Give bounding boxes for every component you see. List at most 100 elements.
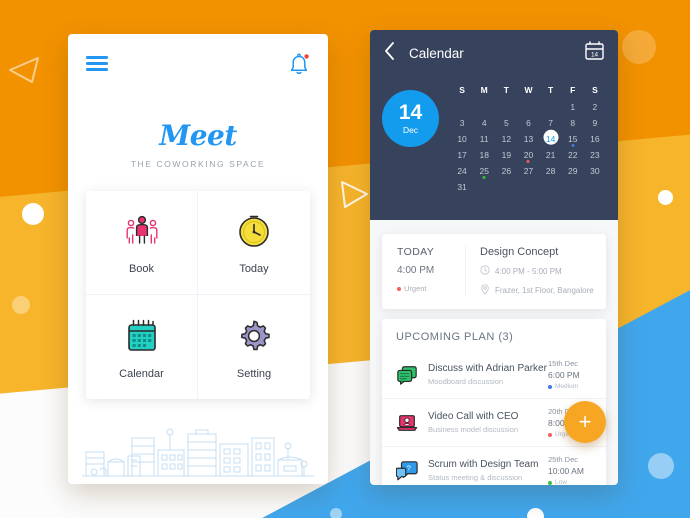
calendar-day-number: 8 — [570, 118, 576, 128]
calendar-dow: S — [592, 85, 598, 95]
add-event-fab[interactable]: + — [564, 401, 606, 443]
home-screen-phone: Meet THE COWORKING SPACE Book Today Cale… — [68, 34, 328, 484]
calendar-day-11[interactable]: 11 — [473, 130, 495, 146]
calendar-day-7[interactable]: 7 — [540, 114, 562, 130]
calendar-day-19[interactable]: 19 — [495, 146, 517, 162]
calendar-dow: W — [524, 85, 533, 95]
calendar-day-empty — [540, 98, 562, 114]
calendar-day-31[interactable]: 31 — [451, 178, 473, 194]
chat-messages-icon — [394, 364, 420, 386]
priority-label: Medium — [555, 383, 579, 390]
calendar-day-number: 3 — [459, 118, 465, 128]
menu-item-label: Today — [239, 263, 269, 275]
calendar-day-30[interactable]: 30 — [584, 162, 606, 178]
calendar-day-number: 25 — [479, 166, 489, 176]
calendar-dow: F — [570, 85, 576, 95]
calendar-day-15[interactable]: 15 — [562, 130, 584, 147]
plan-text: Video Call with CEO Business model discus… — [420, 411, 548, 434]
calendar-day-16[interactable]: 16 — [584, 130, 606, 146]
calendar-day-21[interactable]: 21 — [540, 146, 562, 162]
calendar-day-13[interactable]: 13 — [517, 130, 539, 146]
calendar-day-number: 29 — [568, 166, 578, 176]
city-skyline-illustration — [82, 428, 314, 477]
priority-dot — [548, 480, 552, 485]
today-priority: Urgent — [397, 284, 465, 293]
calendar-day-22[interactable]: 22 — [562, 146, 584, 162]
plan-meta: 25th Dec 10:00 AM Low — [548, 455, 594, 485]
plan-row[interactable]: Discuss with Adrian Parker Moodboard disc… — [382, 351, 606, 398]
menu-item-label: Book — [128, 263, 155, 275]
calendar-day-empty — [517, 98, 539, 114]
clock-icon — [480, 265, 495, 277]
calendar-day-12[interactable]: 12 — [495, 130, 517, 146]
calendar-day-4[interactable]: 4 — [473, 114, 495, 130]
upcoming-plan-title: UPCOMING PLAN (3) — [396, 331, 514, 343]
calendar-icon[interactable]: 14 — [585, 40, 604, 66]
calendar-day-26[interactable]: 26 — [495, 162, 517, 178]
gear-icon — [236, 315, 272, 357]
priority-dot — [548, 384, 552, 389]
priority-dot — [397, 286, 401, 291]
calendar-day-number: 22 — [568, 150, 578, 160]
hamburger-icon[interactable] — [86, 56, 108, 74]
calendar-day-29[interactable]: 29 — [562, 162, 584, 178]
calendar-week-row: 10 11 12 13 14 15 16 — [451, 129, 606, 147]
decor-circle-left-lower — [12, 296, 30, 314]
calendar-day-28[interactable]: 28 — [540, 162, 562, 178]
calendar-day-18[interactable]: 18 — [473, 146, 495, 162]
calendar-day-number: 13 — [523, 134, 534, 144]
calendar-day-number: 18 — [479, 150, 489, 160]
calendar-day-10[interactable]: 10 — [451, 130, 473, 146]
calendar-day-9[interactable]: 9 — [584, 114, 606, 130]
calendar-grid: SMTWTFS 1 2 3 4 5 6 7 8 9 10 11 12 13 14 15 16 17 18 19 20 2… — [451, 82, 606, 194]
menu-grid: Book Today Calendar Setting — [86, 191, 310, 399]
calendar-day-number: 26 — [501, 166, 512, 176]
calendar-day-23[interactable]: 23 — [584, 146, 606, 162]
calendar-day-20[interactable]: 20 — [517, 146, 539, 163]
calendar-day-number: 11 — [479, 134, 489, 144]
menu-item-setting[interactable]: Setting — [198, 295, 310, 399]
calendar-week-row: 3 4 5 6 7 8 9 — [451, 114, 606, 130]
calendar-day-6[interactable]: 6 — [517, 114, 539, 130]
calendar-day-number: 7 — [548, 118, 553, 128]
plan-title: Scrum with Design Team — [428, 459, 539, 470]
menu-item-book[interactable]: Book — [86, 191, 198, 295]
chevron-left-icon[interactable] — [384, 41, 395, 65]
today-event-card[interactable]: TODAY 4:00 PM Urgent Design Concept 4:00… — [382, 234, 606, 309]
today-detail: Design Concept 4:00 PM - 5:00 PM Frazer,… — [466, 246, 594, 297]
calendar-day-24[interactable]: 24 — [451, 162, 473, 178]
calendar-day-number: 1 — [570, 102, 576, 112]
calendar-day-14[interactable]: 14 — [540, 129, 562, 146]
calendar-screen-phone: Calendar 14 14 Dec SMTWTFS 1 2 3 4 5 6 7 8 9 10 11… — [370, 30, 618, 485]
calendar-day-1[interactable]: 1 — [562, 98, 584, 114]
calendar-day-17[interactable]: 17 — [451, 146, 473, 162]
calendar-day-3[interactable]: 3 — [451, 114, 473, 130]
plan-title: Discuss with Adrian Parker — [428, 363, 547, 374]
calendar-day-27[interactable]: 27 — [517, 162, 539, 178]
calendar-day-5[interactable]: 5 — [495, 114, 517, 130]
calendar-week-row: 24 25 26 27 28 29 30 — [451, 162, 606, 179]
plan-subtitle: Moodboard discussion — [428, 377, 504, 386]
menu-item-today[interactable]: Today — [198, 191, 310, 295]
plan-row[interactable]: ? Scrum with Design Team Status meeting & … — [382, 446, 606, 485]
calendar-day-2[interactable]: 2 — [584, 98, 606, 114]
brand-block: Meet THE COWORKING SPACE — [68, 119, 328, 170]
calendar-day-number: 2 — [592, 102, 598, 112]
calendar-day-8[interactable]: 8 — [562, 114, 584, 130]
brand-logo: Meet — [159, 119, 237, 152]
calendar-day-number: 16 — [590, 134, 600, 144]
calendar-day-number: 19 — [501, 150, 512, 160]
calendar-week-row: 31 — [451, 178, 606, 194]
svg-text:?: ? — [407, 463, 411, 472]
event-time: 4:00 PM - 5:00 PM — [495, 266, 562, 276]
plan-subtitle: Status meeting & discussion — [428, 473, 523, 482]
calendar-day-empty — [473, 178, 495, 194]
today-time: 4:00 PM — [397, 265, 435, 276]
calendar-week-row: 12 — [451, 98, 606, 114]
plan-date: 25th Dec — [548, 455, 579, 464]
bell-icon[interactable] — [288, 52, 310, 78]
calendar-day-25[interactable]: 25 — [473, 162, 495, 179]
calendar-dow: S — [459, 85, 465, 95]
menu-item-calendar[interactable]: Calendar — [86, 295, 198, 399]
calendar-body: 14 Dec SMTWTFS 1 2 3 4 5 6 7 8 9 10 11 12 13 14 15 16 17… — [370, 76, 618, 194]
